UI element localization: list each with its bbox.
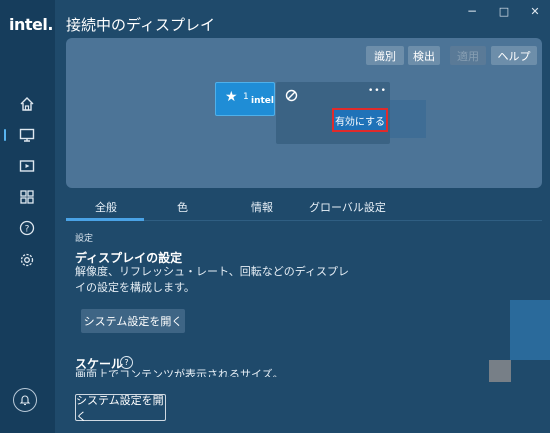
disabled-circle-icon	[285, 89, 298, 102]
notification-bell-icon[interactable]	[13, 388, 37, 412]
more-options-icon[interactable]: •••	[368, 86, 387, 96]
display-settings-desc-2: イの設定を構成します。	[75, 281, 195, 294]
scale-help-glyph: ?	[124, 358, 129, 367]
enable-display-button[interactable]: 有効にする	[332, 108, 388, 132]
maximize-icon: □	[498, 4, 510, 18]
active-tab-indicator	[66, 218, 144, 221]
content-scroll-area: 設定 ディスプレイの設定 解像度、リフレッシュ・レート、回転などのディスプレ イ…	[66, 222, 542, 433]
tab-general[interactable]: 全般	[95, 199, 117, 215]
tab-info[interactable]: 情報	[251, 199, 273, 215]
detect-button[interactable]: 検出	[408, 46, 440, 65]
scale-desc: 画面上でコンテンツが表示されるサイズ。	[75, 368, 284, 377]
display-1-tile[interactable]: ★ 1 intel	[215, 82, 275, 116]
scroll-panel-block	[510, 300, 550, 360]
display-number: 1	[243, 92, 249, 102]
display-brand: intel	[251, 96, 274, 106]
maximize-button[interactable]: □	[494, 2, 514, 20]
minimize-icon: −	[466, 4, 478, 18]
active-indicator	[4, 129, 6, 141]
close-icon: ✕	[530, 4, 540, 18]
identify-button[interactable]: 識別	[366, 46, 404, 65]
tab-color[interactable]: 色	[177, 199, 188, 215]
display-settings-desc-1: 解像度、リフレッシュ・レート、回転などのディスプレ	[75, 265, 350, 278]
open-system-settings-button[interactable]: システム設定を開く	[81, 309, 185, 333]
help-icon[interactable]: ?	[15, 216, 39, 240]
intel-logo: intel.	[9, 15, 53, 34]
video-icon[interactable]	[15, 154, 39, 178]
svg-text:?: ?	[25, 225, 30, 235]
display-icon[interactable]	[15, 123, 39, 147]
settings-gear-icon[interactable]	[15, 248, 39, 272]
primary-star-icon: ★	[225, 89, 238, 105]
tab-global-settings[interactable]: グローバル設定	[309, 199, 386, 215]
help-button[interactable]: ヘルプ	[491, 46, 537, 65]
page-title: 接続中のディスプレイ	[66, 16, 215, 34]
apply-button[interactable]: 適用	[450, 46, 486, 65]
close-button[interactable]: ✕	[525, 2, 545, 20]
minimize-button[interactable]: −	[462, 2, 482, 20]
scale-open-system-settings-button[interactable]: システム設定を開く	[75, 394, 166, 423]
scrollbar-thumb[interactable]	[489, 360, 511, 382]
home-icon[interactable]	[15, 92, 39, 116]
display-2-extension	[390, 100, 426, 138]
section-label: 設定	[75, 234, 94, 244]
apps-grid-icon[interactable]	[15, 185, 39, 209]
